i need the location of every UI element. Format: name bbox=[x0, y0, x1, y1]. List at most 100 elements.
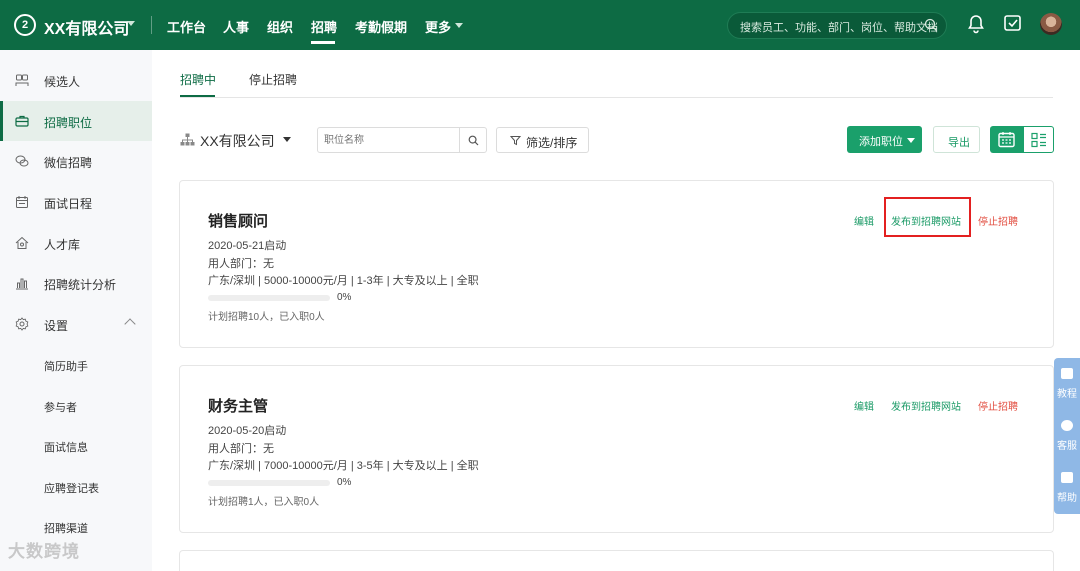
caret-down-icon bbox=[907, 138, 915, 143]
sidebar-item-label: 招聘统计分析 bbox=[44, 278, 117, 292]
position-search bbox=[317, 127, 487, 153]
search-icon[interactable] bbox=[924, 18, 938, 35]
job-details: 广东/深圳 | 5000-10000元/月 | 1-3年 | 大专及以上 | 全… bbox=[208, 275, 479, 287]
app-logo[interactable]: 2 bbox=[14, 14, 36, 36]
bar-chart-icon bbox=[15, 276, 29, 290]
filter-icon bbox=[509, 135, 522, 149]
sidebar-item-label: 人才库 bbox=[44, 238, 81, 252]
sidebar-item-talent[interactable]: 人才库 bbox=[0, 223, 152, 263]
top-navbar: 2 XX有限公司 工作台 人事 组织 招聘 考勤假期 更多 搜索员工、功能、部门… bbox=[0, 0, 1080, 50]
chevron-up-icon[interactable] bbox=[124, 318, 136, 330]
sidebar-subitem-application-form[interactable]: 应聘登记表 bbox=[44, 480, 99, 496]
search-button[interactable] bbox=[459, 128, 486, 152]
card-view-toggle[interactable] bbox=[990, 126, 1023, 153]
org-selector[interactable]: XX有限公司 bbox=[200, 131, 275, 151]
nav-recruit[interactable]: 招聘 bbox=[311, 17, 337, 36]
home-icon bbox=[15, 236, 29, 250]
calendar-icon bbox=[15, 195, 29, 209]
edit-link[interactable]: 编辑 bbox=[854, 213, 874, 228]
sidebar-item-label: 设置 bbox=[44, 319, 69, 333]
global-search-input[interactable]: 搜索员工、功能、部门、岗位、帮助文档 bbox=[727, 12, 947, 39]
avatar[interactable] bbox=[1040, 13, 1062, 35]
sidebar-item-wechat[interactable]: 微信招聘 bbox=[0, 141, 152, 181]
export-button[interactable]: 导出 bbox=[933, 126, 980, 153]
publish-link[interactable]: 发布到招聘网站 bbox=[891, 398, 961, 413]
nav-attendance[interactable]: 考勤假期 bbox=[355, 17, 407, 36]
hiring-plan: 计划招聘1人，已入职0人 bbox=[208, 497, 320, 508]
sidebar-item-label: 微信招聘 bbox=[44, 156, 93, 170]
add-position-button[interactable]: 添加职位 bbox=[847, 126, 922, 153]
sidebar-subitem-interview-info[interactable]: 面试信息 bbox=[44, 439, 88, 455]
nav-workbench[interactable]: 工作台 bbox=[167, 17, 206, 36]
stop-recruit-link[interactable]: 停止招聘 bbox=[978, 213, 1018, 228]
sidebar-subitem-channels[interactable]: 招聘渠道 bbox=[44, 520, 88, 536]
job-start-date: 2020-05-21启动 bbox=[208, 240, 287, 252]
stop-recruit-link[interactable]: 停止招聘 bbox=[978, 398, 1018, 413]
job-card: 财务主管 2020-05-20启动 用人部门：无 广东/深圳 | 7000-10… bbox=[179, 365, 1054, 533]
global-search-placeholder: 搜索员工、功能、部门、岗位、帮助文档 bbox=[740, 22, 938, 34]
tab-stopped[interactable]: 停止招聘 bbox=[249, 71, 297, 88]
nav-org[interactable]: 组织 bbox=[267, 17, 293, 36]
customer-service-button[interactable]: 客服 bbox=[1054, 410, 1080, 462]
hiring-progress-bar bbox=[208, 480, 330, 486]
sidebar-item-candidates[interactable]: 候选人 bbox=[0, 60, 152, 100]
approval-icon[interactable] bbox=[1003, 14, 1022, 36]
chevron-down-icon[interactable] bbox=[127, 21, 135, 26]
logo-text: 2 bbox=[21, 19, 29, 31]
nav-more[interactable]: 更多 bbox=[425, 17, 451, 36]
help-label: 帮助 bbox=[1057, 493, 1077, 504]
book-icon bbox=[1061, 368, 1073, 379]
sidebar-item-analytics[interactable]: 招聘统计分析 bbox=[0, 263, 152, 303]
watermark-text: 大数跨境 bbox=[8, 542, 80, 561]
highlight-annotation-box bbox=[884, 197, 971, 237]
job-title[interactable]: 销售顾问 bbox=[208, 210, 268, 231]
org-tree-icon bbox=[180, 133, 195, 149]
briefcase-icon bbox=[15, 114, 29, 128]
document-icon bbox=[1061, 472, 1073, 483]
job-department: 用人部门：无 bbox=[208, 443, 274, 455]
search-icon bbox=[468, 135, 478, 145]
chat-icon bbox=[1061, 420, 1073, 431]
export-label: 导出 bbox=[948, 137, 970, 149]
job-details: 广东/深圳 | 7000-10000元/月 | 3-5年 | 大专及以上 | 全… bbox=[208, 460, 479, 472]
position-search-input[interactable] bbox=[318, 128, 459, 152]
tutorial-button[interactable]: 教程 bbox=[1054, 358, 1080, 410]
sidebar: 候选人 招聘职位 微信招聘 面试日程 人才库 招聘统计分析 设置 简历助手 参与… bbox=[0, 50, 152, 571]
sidebar-item-label: 面试日程 bbox=[44, 197, 93, 211]
job-title[interactable]: 财务主管 bbox=[208, 395, 268, 416]
edit-link[interactable]: 编辑 bbox=[854, 398, 874, 413]
calendar-grid-icon bbox=[998, 132, 1015, 148]
chevron-down-icon[interactable] bbox=[455, 23, 463, 28]
sidebar-item-label: 招聘职位 bbox=[44, 116, 93, 130]
list-icon bbox=[1031, 132, 1046, 148]
job-department: 用人部门：无 bbox=[208, 258, 274, 270]
gear-icon bbox=[15, 317, 29, 331]
wechat-icon bbox=[15, 154, 29, 168]
tutorial-label: 教程 bbox=[1057, 389, 1077, 400]
progress-percent: 0% bbox=[337, 292, 352, 303]
job-start-date: 2020-05-20启动 bbox=[208, 425, 287, 437]
progress-percent: 0% bbox=[337, 477, 352, 488]
add-position-label: 添加职位 bbox=[859, 136, 903, 148]
sidebar-item-settings[interactable]: 设置 bbox=[0, 304, 152, 344]
hiring-progress-bar bbox=[208, 295, 330, 301]
sidebar-subitem-participants[interactable]: 参与者 bbox=[44, 399, 77, 415]
customer-service-label: 客服 bbox=[1057, 441, 1077, 452]
people-icon bbox=[15, 73, 29, 87]
sidebar-subitem-resume-assistant[interactable]: 简历助手 bbox=[44, 358, 88, 374]
help-button[interactable]: 帮助 bbox=[1054, 462, 1080, 514]
nav-hr[interactable]: 人事 bbox=[223, 17, 249, 36]
nav-active-indicator bbox=[311, 41, 335, 44]
sidebar-item-interviews[interactable]: 面试日程 bbox=[0, 182, 152, 222]
company-switcher[interactable]: XX有限公司 bbox=[44, 15, 129, 39]
sidebar-item-label: 候选人 bbox=[44, 75, 81, 89]
filter-sort-button[interactable]: 筛选/排序 bbox=[496, 127, 589, 153]
divider bbox=[180, 97, 1053, 98]
sidebar-item-positions[interactable]: 招聘职位 bbox=[0, 101, 152, 141]
list-view-toggle[interactable] bbox=[1023, 126, 1054, 153]
tab-recruiting[interactable]: 招聘中 bbox=[180, 71, 216, 88]
filter-sort-label: 筛选/排序 bbox=[526, 136, 578, 150]
chevron-down-icon[interactable] bbox=[283, 137, 291, 142]
divider bbox=[151, 16, 152, 34]
bell-icon[interactable] bbox=[967, 14, 985, 37]
